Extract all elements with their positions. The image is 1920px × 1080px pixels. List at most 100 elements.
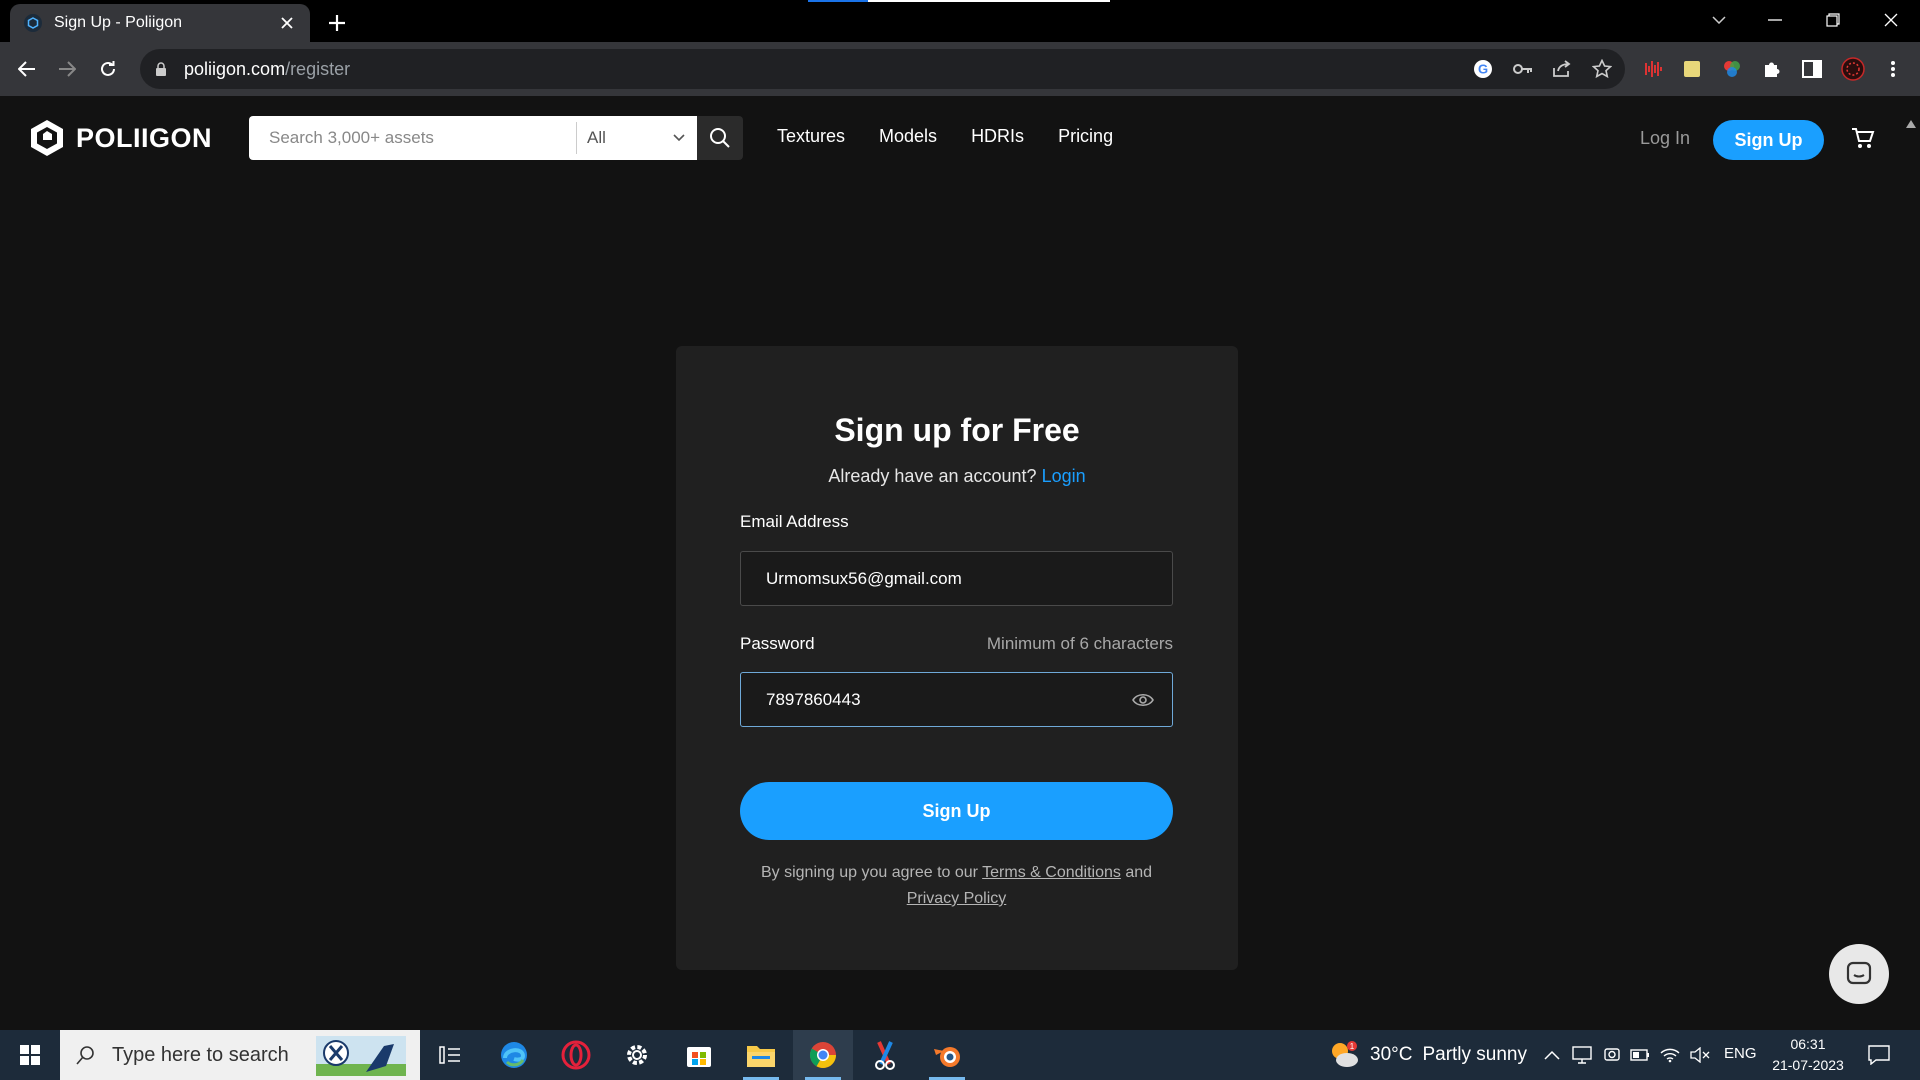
weather-temp: 30°C	[1370, 1044, 1413, 1065]
clock-date: 21-07-2023	[1772, 1057, 1844, 1073]
svg-text:G: G	[1478, 62, 1488, 77]
volume-muted-icon[interactable]	[1689, 1044, 1711, 1066]
terms-prefix: By signing up you agree to our	[760, 864, 978, 881]
search-icon	[710, 128, 730, 148]
browser-tab[interactable]: Sign Up - Poliigon	[10, 4, 310, 42]
wifi-icon[interactable]	[1659, 1044, 1681, 1066]
nav-models[interactable]: Models	[879, 126, 937, 147]
task-view-icon[interactable]	[420, 1030, 480, 1080]
address-bar[interactable]: poliigon.com/register	[140, 49, 1625, 89]
share-icon[interactable]	[1551, 58, 1573, 80]
hidden-icons-chevron-icon[interactable]	[1541, 1044, 1563, 1066]
login-link[interactable]: Log In	[1640, 128, 1690, 149]
clock-time: 06:31	[1790, 1036, 1826, 1052]
reload-icon[interactable]	[93, 54, 123, 84]
opera-browser-icon[interactable]	[546, 1030, 606, 1080]
email-value: Urmomsux56@gmail.com	[766, 568, 962, 588]
login-prompt-link[interactable]: Login	[1042, 466, 1086, 486]
extensions-puzzle-icon[interactable]	[1759, 56, 1785, 82]
page-content: POLIIGON All Textures Models HDRIs Prici…	[0, 96, 1920, 1030]
password-label: Password	[740, 634, 815, 653]
side-panel-icon[interactable]	[1799, 56, 1825, 82]
nav-textures[interactable]: Textures	[777, 126, 845, 147]
tab-close-icon[interactable]	[278, 14, 296, 32]
microsoft-store-icon[interactable]	[669, 1030, 729, 1080]
signup-card: Sign up for Free Already have an account…	[676, 346, 1238, 970]
browser-menu-icon[interactable]	[1880, 56, 1906, 82]
chat-icon	[1846, 961, 1872, 985]
lock-icon	[154, 62, 168, 76]
tab-search-chevron-icon[interactable]	[1694, 0, 1744, 40]
url-text: poliigon.com/register	[184, 58, 351, 79]
snipping-tool-icon[interactable]	[855, 1030, 915, 1080]
key-icon[interactable]	[1512, 58, 1534, 80]
asset-search: All	[249, 116, 743, 160]
profile-avatar-icon[interactable]	[1840, 56, 1866, 82]
battery-icon[interactable]	[1629, 1044, 1651, 1066]
tab-title: Sign Up - Poliigon	[54, 14, 183, 31]
email-label: Email Address	[740, 512, 849, 531]
signup-submit-button[interactable]: Sign Up	[740, 782, 1173, 840]
bookmark-star-icon[interactable]	[1591, 58, 1613, 80]
terms-notice: By signing up you agree to our Terms & C…	[740, 860, 1173, 912]
search-highlight-art-icon	[316, 1036, 406, 1076]
brand-wordmark: POLIIGON	[76, 122, 213, 153]
search-icon	[76, 1046, 94, 1065]
notes-extension-icon[interactable]	[1679, 56, 1705, 82]
notifications-icon[interactable]	[1868, 1044, 1890, 1066]
settings-gear-icon[interactable]	[607, 1030, 667, 1080]
page-scrollbar[interactable]	[1906, 120, 1916, 1000]
window-close-icon[interactable]	[1866, 0, 1916, 40]
password-field[interactable]: 7897860443	[740, 672, 1173, 727]
windows-start-icon[interactable]	[0, 1030, 60, 1080]
edge-browser-icon[interactable]	[484, 1030, 544, 1080]
weather-desc: Partly sunny	[1422, 1044, 1527, 1065]
email-field[interactable]: Urmomsux56@gmail.com	[740, 551, 1173, 606]
forward-arrow-icon[interactable]	[52, 54, 82, 84]
back-arrow-icon[interactable]	[12, 54, 42, 84]
search-button[interactable]	[697, 116, 743, 160]
chrome-taskbar-icon[interactable]	[793, 1030, 853, 1080]
poliigon-logo-icon	[31, 120, 63, 156]
input-language[interactable]: ENG	[1724, 1045, 1757, 1062]
asset-type-selected: All	[587, 128, 606, 147]
windows-taskbar: Type here to search 1 30°C Partly sunny …	[0, 1030, 1920, 1080]
nav-hdris[interactable]: HDRIs	[971, 126, 1024, 147]
asset-type-select[interactable]: All	[577, 116, 697, 160]
google-icon[interactable]: G	[1472, 58, 1494, 80]
header-signup-button[interactable]: Sign Up	[1713, 120, 1824, 160]
chat-support-button[interactable]	[1829, 944, 1889, 1004]
terms-and: and	[1125, 864, 1153, 881]
page-title: Sign up for Free	[834, 412, 1080, 448]
chevron-down-icon	[673, 134, 685, 142]
password-hint: Minimum of 6 characters	[986, 634, 1173, 653]
svg-text:1: 1	[1350, 1042, 1355, 1051]
blender-icon[interactable]	[917, 1030, 977, 1080]
login-prompt: Already have an account? Login	[676, 466, 1238, 487]
cart-icon[interactable]	[1851, 126, 1877, 152]
camera-icon[interactable]	[1601, 1044, 1623, 1066]
browser-tabstrip: Sign Up - Poliigon	[0, 0, 1920, 42]
weather-widget[interactable]: 1 30°C Partly sunny	[1328, 1040, 1527, 1070]
browser-toolbar: poliigon.com/register G	[0, 42, 1920, 96]
file-explorer-icon[interactable]	[731, 1030, 791, 1080]
minimize-icon[interactable]	[1750, 0, 1800, 40]
poliigon-logo[interactable]: POLIIGON	[28, 118, 212, 158]
login-prompt-text: Already have an account?	[828, 466, 1037, 486]
taskbar-clock[interactable]: 06:31 21-07-2023	[1766, 1034, 1850, 1076]
search-divider	[576, 116, 577, 160]
taskbar-search[interactable]: Type here to search	[60, 1030, 420, 1080]
show-password-eye-icon[interactable]	[1132, 690, 1154, 710]
privacy-link[interactable]: Privacy Policy	[907, 890, 1007, 907]
terms-link[interactable]: Terms & Conditions	[982, 864, 1121, 881]
partly-sunny-icon: 1	[1332, 1041, 1358, 1067]
search-input[interactable]	[249, 116, 576, 160]
audio-extension-icon[interactable]	[1639, 56, 1665, 82]
new-tab-icon[interactable]	[324, 10, 350, 36]
password-value: 7897860443	[766, 689, 861, 709]
poliigon-favicon-icon	[24, 14, 42, 32]
display-icon[interactable]	[1571, 1044, 1593, 1066]
color-extension-icon[interactable]	[1719, 56, 1745, 82]
nav-pricing[interactable]: Pricing	[1058, 126, 1113, 147]
restore-icon[interactable]	[1808, 0, 1858, 40]
